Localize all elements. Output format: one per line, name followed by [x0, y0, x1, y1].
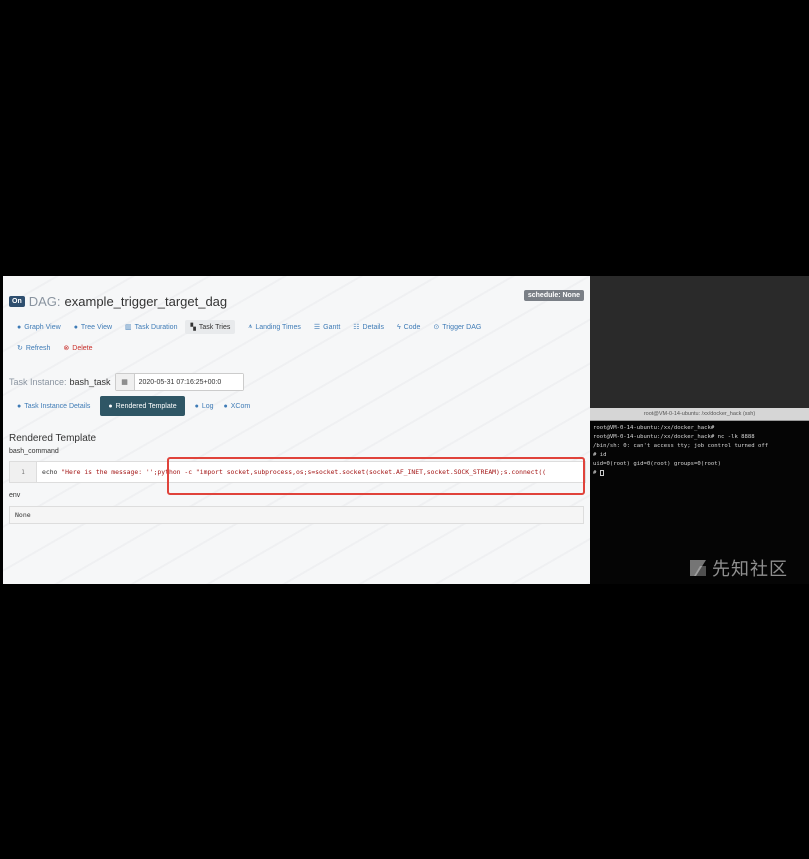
rendered-template-title: Rendered Template	[9, 433, 97, 444]
details-dot-icon: ●	[17, 402, 22, 410]
xianzhi-logo-icon	[690, 560, 706, 576]
nav-code[interactable]: ϟ Code	[397, 320, 420, 334]
task-instance-tabs: ● Task Instance Details ● Rendered Templat…	[17, 396, 260, 416]
execution-date-input[interactable]	[134, 374, 243, 390]
tab-label: Log	[201, 402, 214, 410]
dag-on-toggle[interactable]: On	[9, 296, 25, 307]
bar-chart-icon: ▥	[125, 324, 132, 331]
terminal-line: root@VM-0-14-ubuntu:/xx/docker_hack# nc …	[593, 434, 755, 440]
schedule-badge: schedule: None	[523, 290, 584, 301]
terminal-line: uid=0(root) gid=0(root) groups=0(root)	[593, 461, 721, 467]
airflow-panel: On DAG: example_trigger_target_dag sched…	[3, 276, 590, 584]
task-instance-name: bash_task	[69, 377, 111, 387]
rendered-dot-icon: ●	[108, 402, 113, 410]
refresh-button[interactable]: ↻ Refresh	[17, 341, 50, 355]
bash-command-label: bash_command	[9, 448, 59, 455]
log-dot-icon: ●	[194, 402, 199, 410]
nav-label: Tree View	[80, 323, 113, 331]
terminal-prompt-line: #	[593, 469, 806, 478]
task-instance-label: Task Instance:	[9, 377, 67, 387]
nav-label: Landing Times	[255, 323, 301, 331]
tab-log[interactable]: ● Log	[195, 396, 214, 416]
dag-action-bar: ↻ Refresh ⊗ Delete	[17, 341, 106, 355]
terminal-title: root@VM-0-14-ubuntu: /xx/docker_hack (ss…	[590, 408, 809, 421]
nav-label: Details	[362, 323, 384, 331]
terminal-line: /bin/sh: 0: can't access tty; job contro…	[593, 443, 769, 449]
bolt-icon: ϟ	[396, 323, 401, 331]
nav-label: Graph View	[24, 323, 61, 331]
task-tries-icon: ▚	[190, 324, 196, 331]
nav-label: Refresh	[25, 344, 51, 352]
nav-task-duration[interactable]: ▥ Task Duration	[125, 320, 177, 334]
nav-details[interactable]: ☷ Details	[353, 320, 384, 334]
nav-label: Trigger DAG	[442, 323, 482, 331]
dag-prefix: DAG:	[28, 294, 61, 309]
gantt-icon: ☰	[313, 324, 321, 331]
nav-trigger-dag[interactable]: ⊙ Trigger DAG	[433, 320, 481, 334]
dag-header: On DAG: example_trigger_target_dag	[9, 294, 227, 309]
xianzhi-watermark: 先知社区	[688, 555, 788, 581]
tab-label: Rendered Template	[115, 402, 177, 410]
nav-label: Task Duration	[134, 323, 178, 331]
calendar-icon[interactable]: ▦	[115, 374, 135, 390]
nav-task-tries[interactable]: ▚ Task Tries	[185, 320, 236, 334]
refresh-icon: ↻	[17, 345, 23, 352]
tab-task-instance-details[interactable]: ● Task Instance Details	[17, 396, 90, 416]
graph-view-icon: ●	[17, 323, 22, 331]
line-number: 1	[10, 462, 37, 482]
tree-view-icon: ●	[73, 323, 78, 331]
nav-label: Code	[403, 323, 421, 331]
env-label: env	[9, 492, 21, 499]
terminal-line: # id	[593, 452, 607, 458]
code-keyword: echo	[42, 468, 62, 476]
execution-date-picker: ▦	[114, 373, 244, 391]
dag-nav-bar: ● Graph View ● Tree View ▥ Task Duration ▚ T…	[17, 320, 494, 334]
terminal-backdrop: root@VM-0-14-ubuntu: /xx/docker_hack (ss…	[590, 276, 809, 584]
xcom-dot-icon: ●	[223, 402, 228, 410]
tab-rendered-template[interactable]: ● Rendered Template	[100, 396, 185, 416]
terminal-prompt: #	[593, 470, 600, 476]
nav-landing-times[interactable]: ⩚ Landing Times	[248, 320, 300, 334]
play-circle-icon: ⊙	[433, 324, 440, 331]
env-value: None	[9, 506, 584, 524]
tab-xcom[interactable]: ● XCom	[224, 396, 251, 416]
nav-label: Delete	[72, 344, 93, 352]
nav-label: Task Tries	[198, 323, 231, 331]
terminal-line: root@VM-0-14-ubuntu:/xx/docker_hack#	[593, 425, 715, 431]
nav-tree-view[interactable]: ● Tree View	[74, 320, 112, 334]
brand-text: 先知社区	[712, 559, 788, 580]
details-icon: ☷	[353, 324, 360, 331]
tab-label: XCom	[230, 402, 251, 410]
tab-label: Task Instance Details	[24, 402, 91, 410]
landing-icon: ⩚	[248, 323, 253, 330]
terminal-cursor	[599, 469, 604, 476]
task-instance-row: Task Instance: bash_task ▦	[9, 373, 244, 391]
delete-button[interactable]: ⊗ Delete	[63, 341, 92, 355]
terminal-output: root@VM-0-14-ubuntu:/xx/docker_hack#root…	[590, 421, 809, 481]
nav-gantt[interactable]: ☰ Gantt	[314, 320, 340, 334]
highlight-annotation	[167, 457, 585, 495]
nav-graph-view[interactable]: ● Graph View	[17, 320, 61, 334]
nav-label: Gantt	[323, 323, 341, 331]
dag-title: example_trigger_target_dag	[64, 294, 228, 309]
delete-icon: ⊗	[63, 345, 70, 352]
